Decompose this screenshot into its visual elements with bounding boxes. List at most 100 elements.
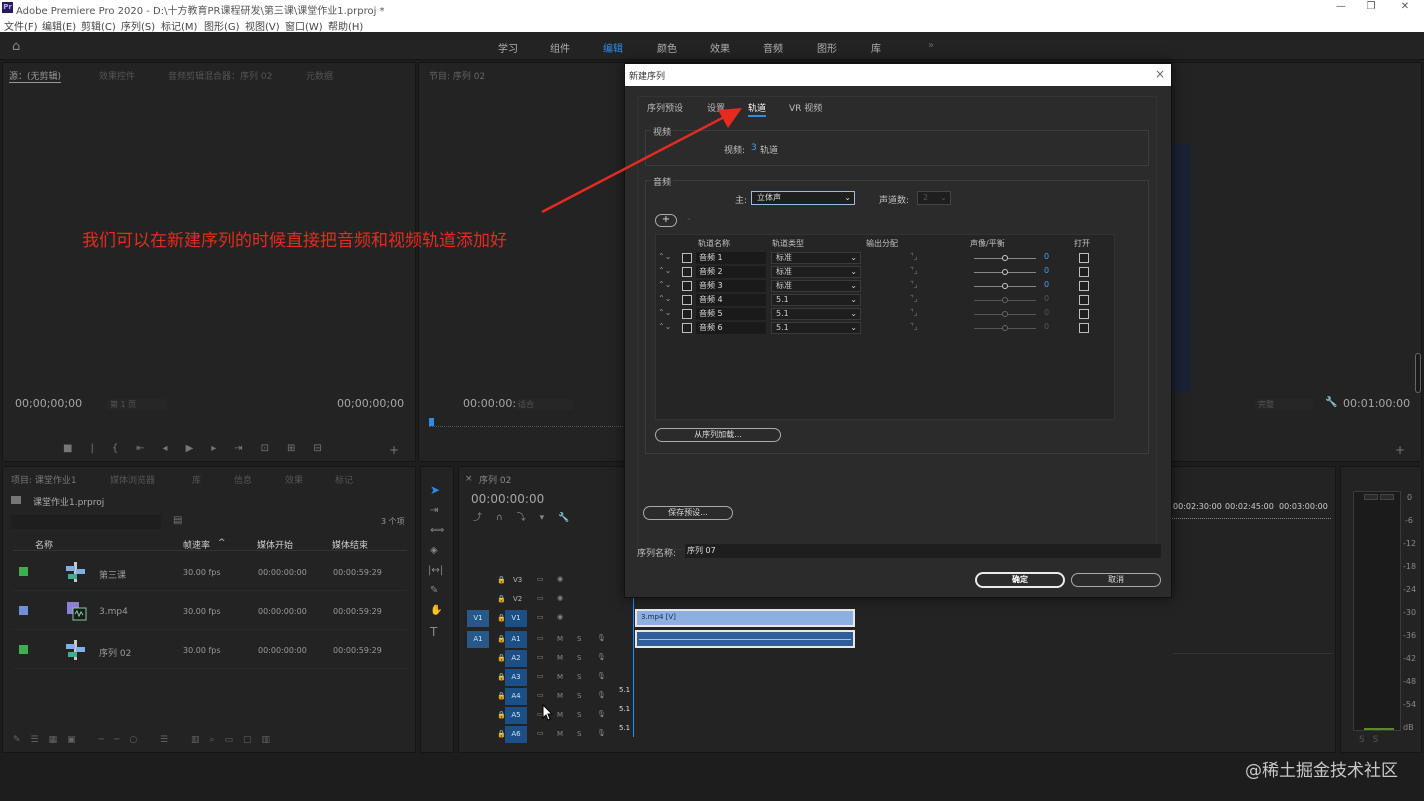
- label-color-swatch[interactable]: [19, 567, 28, 576]
- project-item-row[interactable]: 3.mp4 30.00 fps 00:00:00:00 00:00:59:29: [13, 592, 407, 630]
- tab-media-browser[interactable]: 媒体浏览器: [110, 473, 155, 486]
- track-label[interactable]: V3: [513, 576, 522, 584]
- solo-button[interactable]: S: [577, 673, 581, 681]
- track-checkbox[interactable]: [682, 295, 692, 305]
- project-footer-tools[interactable]: ✎☰▦▣ ──○ ☰ ▥⌕▭▢▥: [13, 735, 403, 747]
- eye-icon[interactable]: ◉: [557, 575, 563, 583]
- audio-track-row[interactable]: ⌃⌄ 音频 4 5.1 ⌄ ⌝⌟ 0: [656, 293, 1116, 307]
- timeline-ruler[interactable]: [1171, 513, 1331, 519]
- workspace-more-icon[interactable]: »: [928, 40, 934, 51]
- mute-button[interactable]: M: [557, 730, 563, 738]
- output-assign-icon[interactable]: ⌝⌟: [910, 294, 918, 303]
- track-name-field[interactable]: 音频 2: [696, 266, 766, 278]
- workspace-tab-libraries[interactable]: 库: [871, 40, 881, 55]
- tab-effect-controls[interactable]: 效果控件: [99, 69, 135, 82]
- program-scrollbar[interactable]: [1415, 353, 1421, 393]
- track-target-a3[interactable]: A3: [505, 669, 527, 686]
- track-checkbox[interactable]: [682, 267, 692, 277]
- mute-button[interactable]: M: [557, 654, 563, 662]
- move-up-down-icon[interactable]: ⌃⌄: [658, 308, 671, 317]
- track-type-select[interactable]: 标准 ⌄: [771, 280, 861, 292]
- solo-button[interactable]: S: [577, 692, 581, 700]
- source-timecode-left[interactable]: 00;00;00;00: [15, 397, 82, 410]
- program-quality-select[interactable]: 完整: [1255, 399, 1313, 410]
- audio-track-row[interactable]: ⌃⌄ 音频 1 标准 ⌄ ⌝⌟ 0: [656, 251, 1116, 265]
- close-tab-icon[interactable]: ×: [465, 474, 473, 484]
- program-playhead[interactable]: [429, 418, 434, 426]
- eye-icon[interactable]: ◉: [557, 613, 563, 621]
- track-name-field[interactable]: 音频 4: [696, 294, 766, 306]
- pen-tool-icon[interactable]: ✎: [430, 585, 438, 596]
- column-media-end[interactable]: 媒体结束: [332, 538, 368, 551]
- move-up-down-icon[interactable]: ⌃⌄: [658, 252, 671, 261]
- sync-lock-icon[interactable]: ▭: [537, 634, 544, 642]
- source-transport-controls[interactable]: ■|{⇤◂▶▸⇥⊡⊞⊟: [63, 443, 353, 455]
- timeline-toolbar[interactable]: ⤴∩⤵▾🔧: [473, 510, 583, 523]
- output-assign-icon[interactable]: ⌝⌟: [910, 280, 918, 289]
- move-up-down-icon[interactable]: ⌃⌄: [658, 266, 671, 275]
- solo-button[interactable]: S: [577, 654, 581, 662]
- move-up-down-icon[interactable]: ⌃⌄: [658, 322, 671, 331]
- column-frame-rate[interactable]: 帧速率: [183, 538, 210, 551]
- track-checkbox[interactable]: [682, 253, 692, 263]
- tab-vr-video[interactable]: VR 视频: [789, 101, 822, 114]
- tab-project[interactable]: 项目: 课堂作业1: [11, 473, 77, 486]
- tab-metadata[interactable]: 元数据: [306, 69, 333, 82]
- cancel-button[interactable]: 取消: [1071, 573, 1161, 587]
- open-checkbox[interactable]: [1079, 309, 1089, 319]
- track-target-a5[interactable]: A5: [505, 707, 527, 724]
- tab-tracks[interactable]: 轨道: [748, 101, 767, 117]
- track-checkbox[interactable]: [682, 309, 692, 319]
- new-bin-icon[interactable]: ▤: [173, 515, 182, 526]
- program-fit-select[interactable]: 适合: [515, 399, 573, 410]
- source-patch-v1[interactable]: V1: [467, 610, 489, 627]
- program-add-button-icon[interactable]: +: [1395, 443, 1405, 457]
- track-target-a1[interactable]: A1: [505, 631, 527, 648]
- track-name-field[interactable]: 音频 5: [696, 308, 766, 320]
- mute-button[interactable]: M: [557, 635, 563, 643]
- track-checkbox[interactable]: [682, 281, 692, 291]
- audio-track-row[interactable]: ⌃⌄ 音频 3 标准 ⌄ ⌝⌟ 0: [656, 279, 1116, 293]
- menu-file[interactable]: 文件(F): [4, 18, 38, 33]
- mic-icon[interactable]: 🎙: [597, 672, 606, 680]
- mic-icon[interactable]: 🎙: [597, 653, 606, 661]
- sync-lock-icon[interactable]: ▭: [537, 575, 544, 583]
- menu-view[interactable]: 视图(V): [245, 18, 280, 33]
- solo-button[interactable]: S: [577, 635, 581, 643]
- track-target-a4[interactable]: A4: [505, 688, 527, 705]
- solo-button[interactable]: S: [577, 711, 581, 719]
- lock-icon[interactable]: 🔒: [497, 576, 506, 584]
- item-name[interactable]: 序列 02: [99, 646, 131, 659]
- move-up-down-icon[interactable]: ⌃⌄: [658, 294, 671, 303]
- track-target-v1[interactable]: V1: [505, 610, 527, 627]
- source-fit-select[interactable]: 第 1 页: [107, 399, 167, 410]
- mic-icon[interactable]: 🎙: [597, 634, 606, 642]
- workspace-tab-learn[interactable]: 学习: [498, 40, 518, 55]
- workspace-tab-editing[interactable]: 编辑: [603, 40, 623, 55]
- workspace-tab-color[interactable]: 颜色: [657, 40, 677, 55]
- video-clip[interactable]: 3.mp4 [V]: [635, 609, 855, 627]
- dialog-close-icon[interactable]: ×: [1155, 67, 1165, 81]
- open-checkbox[interactable]: [1079, 281, 1089, 291]
- audio-track-row[interactable]: ⌃⌄ 音频 6 5.1 ⌄ ⌝⌟ 0: [656, 321, 1116, 335]
- track-type-select[interactable]: 标准 ⌄: [771, 252, 861, 264]
- label-color-swatch[interactable]: [19, 645, 28, 654]
- pan-slider-knob[interactable]: [1002, 269, 1008, 275]
- video-track-count[interactable]: 3: [751, 143, 757, 153]
- mic-icon[interactable]: 🎙: [597, 691, 606, 699]
- master-track-select[interactable]: 立体声 ⌄: [751, 191, 855, 205]
- menu-sequence[interactable]: 序列(S): [121, 18, 155, 33]
- wrench-icon[interactable]: 🔧: [1325, 397, 1337, 408]
- track-name-field[interactable]: 音频 3: [696, 280, 766, 292]
- lock-icon[interactable]: 🔒: [497, 595, 506, 603]
- track-label[interactable]: V2: [513, 595, 522, 603]
- home-icon[interactable]: ⌂: [12, 39, 28, 54]
- project-item-row[interactable]: 序列 02 30.00 fps 00:00:00:00 00:00:59:29: [13, 631, 407, 669]
- track-type-select[interactable]: 5.1 ⌄: [771, 322, 861, 334]
- output-assign-icon[interactable]: ⌝⌟: [910, 322, 918, 331]
- meter-solo-buttons[interactable]: SS: [1359, 735, 1386, 745]
- timeline-timecode[interactable]: 00:00:00:00: [471, 492, 544, 506]
- tab-source[interactable]: 源：(无剪辑): [9, 69, 62, 83]
- razor-tool-icon[interactable]: ◈: [430, 545, 438, 556]
- pan-slider-knob[interactable]: [1002, 283, 1008, 289]
